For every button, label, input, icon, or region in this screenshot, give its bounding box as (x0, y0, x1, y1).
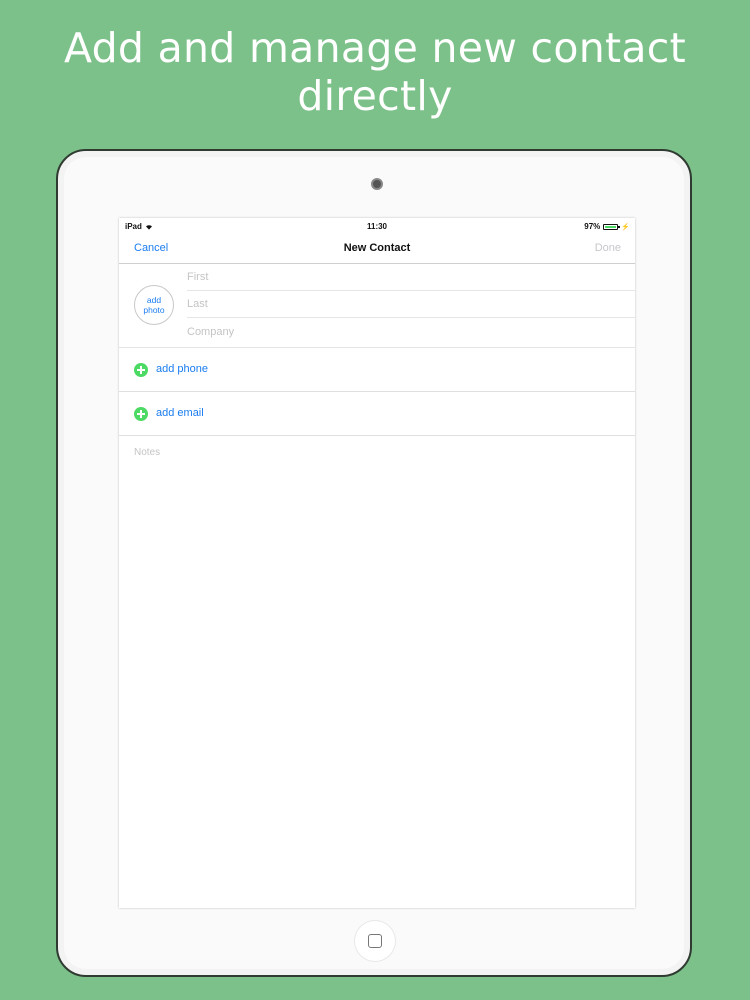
add-photo-label: add photo (143, 295, 164, 315)
add-phone-label[interactable]: add phone (156, 363, 208, 375)
add-email-plus-icon[interactable] (134, 407, 148, 421)
battery-icon (603, 223, 621, 230)
charging-icon: ⚡ (621, 223, 630, 231)
home-button[interactable] (355, 921, 395, 961)
home-button-icon (368, 934, 382, 948)
first-name-field[interactable] (187, 264, 635, 290)
navigation-bar: Cancel New Contact Done (119, 234, 635, 264)
add-photo-button[interactable]: add photo (134, 285, 174, 325)
status-right: 97% ⚡ (584, 222, 630, 231)
add-phone-plus-icon[interactable] (134, 363, 148, 377)
add-photo-line2: photo (143, 305, 165, 315)
notes-field[interactable] (134, 447, 614, 607)
last-name-field[interactable] (187, 291, 635, 317)
camera-icon (371, 178, 383, 190)
add-phone-row[interactable]: add phone (119, 348, 635, 392)
headline: Add and manage new contact directly (63, 24, 687, 120)
add-email-row[interactable]: add email (119, 392, 635, 436)
battery-cap (618, 225, 621, 228)
company-field[interactable] (187, 318, 635, 345)
device-screen: iPad 11:30 97% ⚡ Cancel New Contact Done (119, 218, 635, 908)
last-name-row (187, 291, 635, 318)
done-button[interactable]: Done (595, 242, 621, 254)
first-name-row (187, 264, 635, 291)
status-bar: iPad 11:30 97% ⚡ (119, 218, 635, 234)
add-photo-line1: add (146, 295, 162, 305)
company-row (187, 318, 635, 345)
notes-section (119, 436, 635, 636)
page-title: New Contact (343, 242, 411, 254)
battery-percent: 97% (584, 222, 601, 231)
battery-fill (605, 225, 616, 228)
name-section: add photo (119, 264, 635, 348)
status-time: 11:30 (366, 222, 388, 231)
ipad-frame: iPad 11:30 97% ⚡ Cancel New Contact Done (56, 149, 692, 977)
add-email-label[interactable]: add email (156, 407, 204, 419)
